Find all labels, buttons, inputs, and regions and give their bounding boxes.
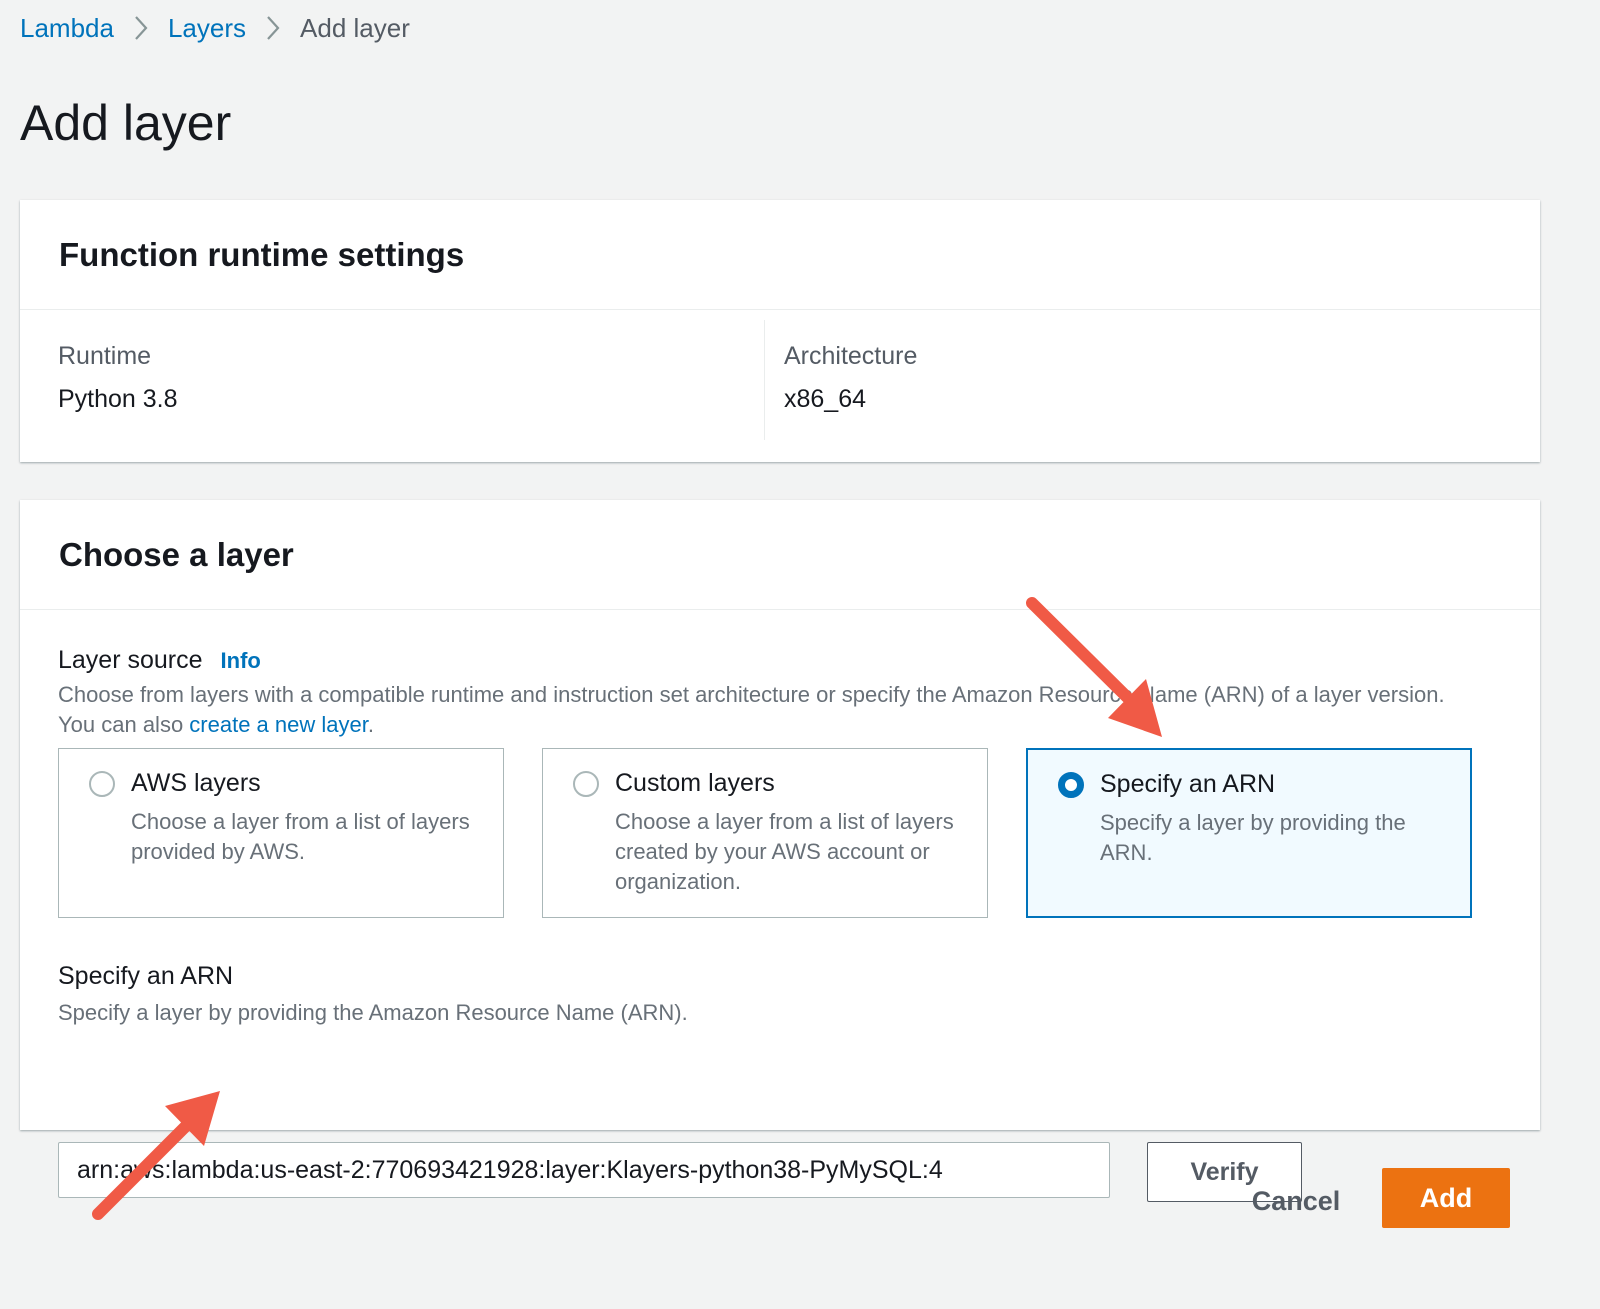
arn-field-label: Specify an ARN bbox=[58, 962, 234, 990]
tile-title: Custom layers bbox=[615, 769, 775, 797]
layer-source-label-text: Layer source bbox=[58, 646, 203, 674]
description-end: . bbox=[367, 712, 374, 737]
aws-layers-radio[interactable] bbox=[89, 771, 115, 797]
panel-title: Choose a layer bbox=[59, 535, 294, 573]
panel-body: Runtime Python 3.8 Architecture x86_64 bbox=[20, 310, 1540, 461]
info-link[interactable]: Info bbox=[221, 648, 261, 673]
tile-description: Choose a layer from a list of layers cre… bbox=[615, 809, 954, 894]
tile-title: Specify an ARN bbox=[1100, 770, 1276, 798]
arn-field-description: Specify a layer by providing the Amazon … bbox=[58, 1000, 688, 1025]
chevron-right-icon bbox=[266, 15, 280, 41]
panel-title: Function runtime settings bbox=[59, 235, 465, 273]
arn-input[interactable] bbox=[58, 1142, 1110, 1198]
breadcrumb-lambda-link[interactable]: Lambda bbox=[20, 13, 114, 44]
custom-layers-tile[interactable]: Custom layers Choose a layer from a list… bbox=[542, 748, 988, 918]
architecture-label: Architecture bbox=[784, 342, 918, 370]
page-title: Add layer bbox=[20, 95, 232, 151]
aws-layers-tile[interactable]: AWS layers Choose a layer from a list of… bbox=[58, 748, 504, 918]
breadcrumb-current: Add layer bbox=[300, 12, 410, 43]
choose-layer-panel: Choose a layer Layer source Info Choose f… bbox=[20, 500, 1540, 1202]
panel-header: Choose a layer bbox=[20, 500, 1540, 610]
specify-arn-radio[interactable] bbox=[1058, 772, 1084, 798]
layer-source-label: Layer source Info bbox=[58, 646, 261, 675]
runtime-value: Python 3.8 bbox=[58, 385, 178, 413]
cancel-button[interactable]: Cancel bbox=[1226, 1172, 1366, 1230]
breadcrumb-layers-link[interactable]: Layers bbox=[168, 13, 246, 44]
architecture-value: x86_64 bbox=[784, 385, 867, 413]
breadcrumb: Lambda Layers Add layer bbox=[20, 8, 410, 48]
add-button[interactable]: Add bbox=[1382, 1168, 1510, 1228]
runtime-label: Runtime bbox=[58, 342, 152, 370]
function-runtime-settings-panel: Function runtime settings Runtime Python… bbox=[20, 200, 1540, 462]
tile-title: AWS layers bbox=[131, 769, 261, 797]
chevron-right-icon bbox=[134, 15, 148, 41]
create-new-layer-link[interactable]: create a new layer bbox=[189, 712, 368, 737]
specify-arn-tile[interactable]: Specify an ARN Specify a layer by provid… bbox=[1026, 748, 1472, 918]
panel-header: Function runtime settings bbox=[20, 200, 1540, 310]
layer-source-description: Choose from layers with a compatible run… bbox=[58, 680, 1458, 740]
tile-description: Choose a layer from a list of layers pro… bbox=[131, 809, 470, 864]
panel-body: Layer source Info Choose from layers with… bbox=[20, 610, 1540, 1202]
custom-layers-radio[interactable] bbox=[573, 771, 599, 797]
tile-description: Specify a layer by providing the ARN. bbox=[1100, 810, 1406, 865]
architecture-column: Architecture x86_64 bbox=[784, 342, 917, 414]
runtime-column: Runtime Python 3.8 bbox=[58, 342, 178, 414]
column-divider bbox=[764, 320, 765, 440]
